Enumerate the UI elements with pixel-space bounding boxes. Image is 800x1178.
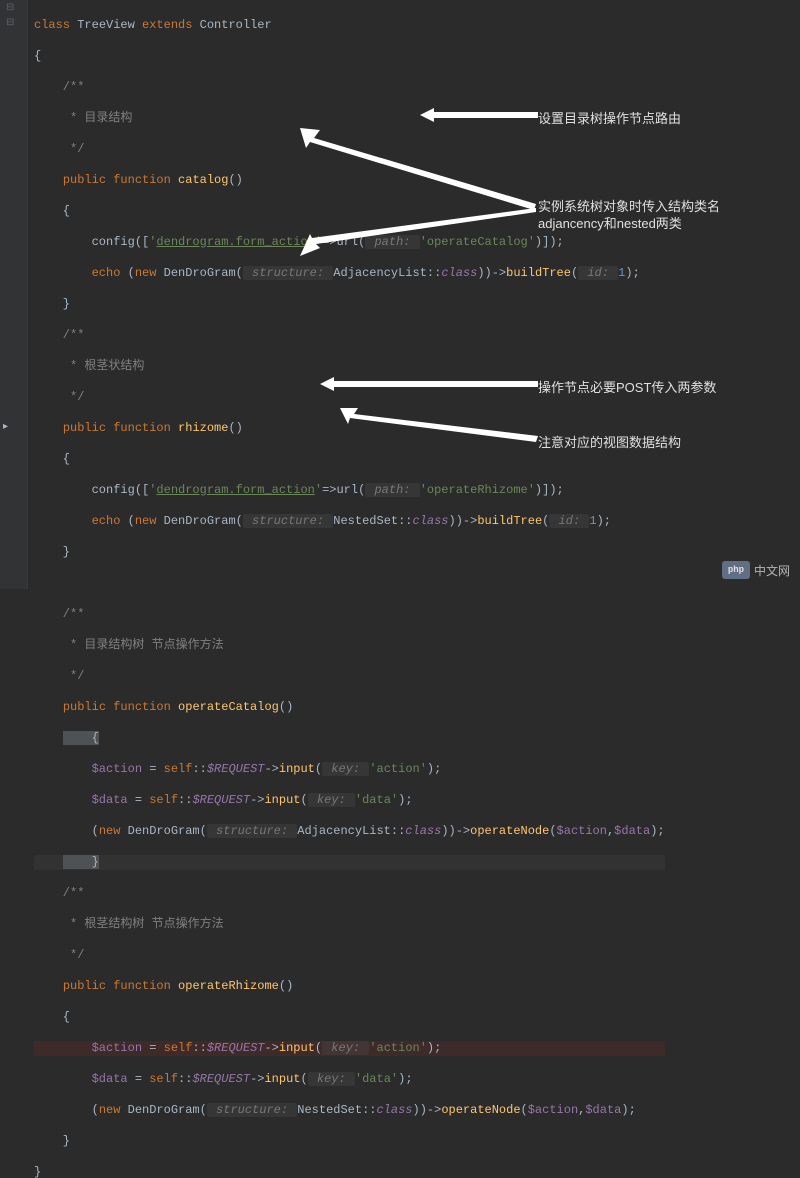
keyword: extends (142, 18, 192, 32)
annotation-1: 设置目录树操作节点路由 (538, 108, 681, 127)
function-name: catalog (178, 173, 228, 187)
editor-gutter: ⊟ ⊟ ▸ (0, 0, 28, 589)
comment: */ (34, 142, 665, 158)
class-name: Controller (200, 18, 272, 32)
brace: { (34, 49, 665, 65)
annotation-2-line2: adjancency和nested两类 (538, 213, 682, 232)
keyword: public function (63, 173, 171, 187)
keyword: class (34, 18, 70, 32)
annotation-3: 操作节点必要POST传入两参数 (538, 377, 716, 396)
caret-icon: ▸ (3, 421, 8, 433)
code-editor[interactable]: class TreeView extends Controller { /** … (34, 2, 665, 1178)
annotation-4: 注意对应的视图数据结构 (538, 432, 681, 451)
watermark: php 中文网 (722, 561, 790, 579)
php-logo-icon: php (722, 561, 750, 579)
comment: /** (34, 80, 665, 96)
watermark-text: 中文网 (754, 562, 790, 579)
collapse-icon[interactable]: ⊟ (6, 17, 14, 29)
class-name: TreeView (77, 18, 135, 32)
collapse-icon[interactable]: ⊟ (6, 2, 14, 14)
